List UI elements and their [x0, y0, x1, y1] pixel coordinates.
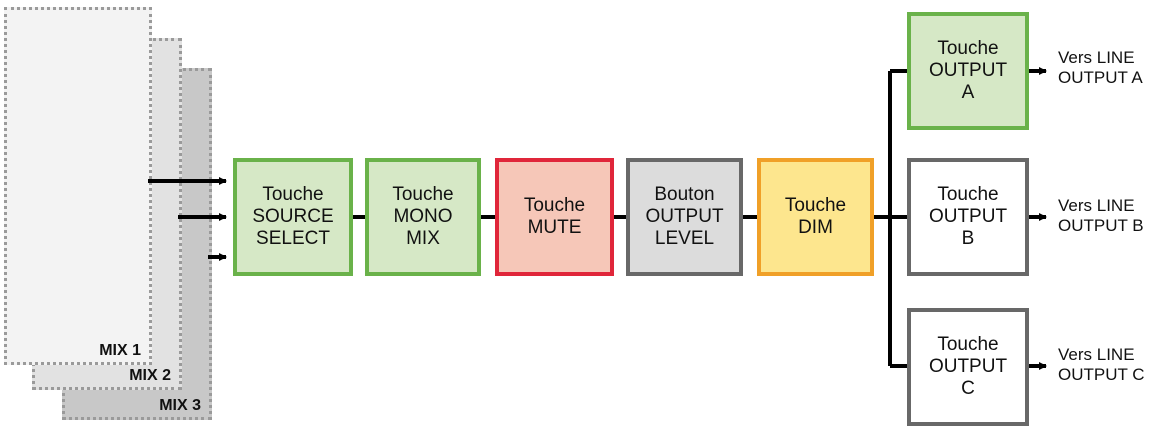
output-a-destination: Vers LINE OUTPUT A	[1058, 48, 1143, 87]
output-c-box: Touche OUTPUT C	[907, 308, 1029, 426]
dim-box: Touche DIM	[757, 158, 874, 276]
source-select-box: Touche SOURCE SELECT	[233, 158, 353, 276]
output-b-destination: Vers LINE OUTPUT B	[1058, 196, 1144, 235]
mute-box: Touche MUTE	[495, 158, 614, 276]
output-c-destination: Vers LINE OUTPUT C	[1058, 345, 1145, 384]
output-level-box: Bouton OUTPUT LEVEL	[626, 158, 743, 276]
output-b-box: Touche OUTPUT B	[907, 158, 1029, 276]
mono-mix-box: Touche MONO MIX	[365, 158, 481, 276]
output-a-box: Touche OUTPUT A	[907, 12, 1029, 130]
